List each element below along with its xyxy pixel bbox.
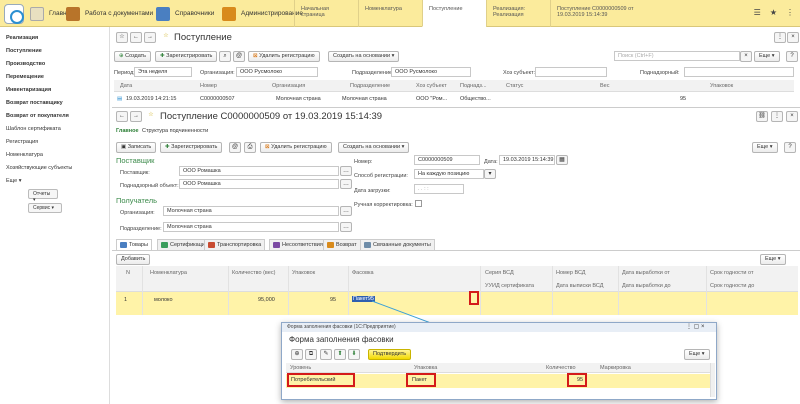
col-count[interactable]: Количество	[546, 365, 576, 371]
popup-scrollbar[interactable]	[710, 363, 715, 397]
copy-icon[interactable]: ⧉	[305, 349, 317, 360]
highlight-box-package	[406, 373, 436, 387]
move-down-icon[interactable]: ⬇	[348, 349, 360, 360]
col-level[interactable]: Уровень	[290, 365, 311, 371]
popup-title: Форма заполнения фасовки	[289, 335, 394, 344]
highlight-box-level	[287, 373, 355, 387]
highlight-box-count	[567, 373, 587, 387]
confirm-button[interactable]: Подтвердить	[368, 349, 412, 360]
add-row-icon[interactable]: ⊕	[291, 349, 303, 360]
col-package[interactable]: Упаковка	[414, 365, 437, 371]
popup-window	[281, 322, 717, 400]
popup-more-button[interactable]: Еще ▾	[684, 349, 710, 360]
move-up-icon[interactable]: ⬆	[334, 349, 346, 360]
popup-grid-header	[286, 363, 710, 373]
popup-window-title: Форма заполнения фасовки (1С:Предприятие…	[287, 324, 396, 330]
edit-icon[interactable]: ✎	[320, 349, 332, 360]
col-marking[interactable]: Маркировка	[600, 365, 631, 371]
popup-window-controls[interactable]: ⋮ ▢ ×	[686, 323, 705, 330]
